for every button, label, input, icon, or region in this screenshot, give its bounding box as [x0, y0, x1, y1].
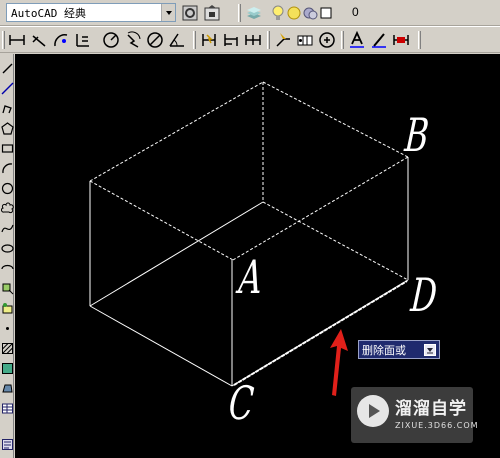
quick-leader-icon[interactable] — [273, 30, 293, 50]
baseline-dimension-icon[interactable] — [221, 30, 241, 50]
dimension-text-edit-icon[interactable] — [369, 30, 389, 50]
chevron-down-icon[interactable] — [161, 4, 175, 21]
point-icon[interactable] — [0, 320, 14, 336]
toolbar-separator — [418, 31, 421, 49]
polygon-icon[interactable] — [0, 120, 14, 136]
arc-icon[interactable] — [0, 160, 14, 176]
circle-icon[interactable] — [0, 180, 14, 196]
angular-dimension-icon[interactable] — [167, 30, 187, 50]
red-arrow — [330, 329, 348, 396]
toolbar-separator — [267, 31, 270, 49]
toolbar-grip[interactable] — [2, 31, 5, 49]
quick-dimension-icon[interactable] — [199, 30, 219, 50]
polyline-icon[interactable] — [0, 100, 14, 116]
jogged-dimension-icon[interactable] — [123, 30, 143, 50]
make-block-icon[interactable] — [0, 300, 14, 316]
gradient-icon[interactable] — [0, 360, 14, 376]
rectangle-icon[interactable] — [0, 140, 14, 156]
tooltip-options-icon[interactable] — [424, 344, 436, 356]
center-mark-icon[interactable] — [317, 30, 337, 50]
bottom-front-left-edge — [89, 305, 233, 387]
region-icon[interactable] — [0, 380, 14, 396]
watermark-logo-icon — [357, 395, 389, 427]
draw-toolbar — [0, 54, 14, 458]
spline-icon[interactable] — [0, 220, 14, 236]
vertex-label-d: D — [409, 268, 439, 322]
tolerance-icon[interactable] — [295, 30, 315, 50]
vertex-label-c: C — [227, 376, 256, 430]
layer-name[interactable]: 0 — [352, 5, 359, 19]
workspace-dropdown[interactable]: AutoCAD 经典 — [6, 3, 176, 22]
top-front-left-edge — [89, 180, 234, 261]
watermark-url: ZIXUE.3D66.COM — [395, 421, 479, 430]
diameter-dimension-icon[interactable] — [145, 30, 165, 50]
dimension-toolbar: ISO-25 — [0, 26, 500, 76]
tooltip-text: 删除面或 — [362, 343, 406, 357]
continue-dimension-icon[interactable] — [243, 30, 263, 50]
dimension-update-icon[interactable] — [391, 30, 411, 50]
top-back-left-edge — [89, 81, 264, 182]
bottom-back-right-edge — [262, 201, 409, 281]
toolbar-separator — [193, 31, 196, 49]
linear-dimension-icon[interactable] — [7, 30, 27, 50]
dimension-edit-icon[interactable] — [347, 30, 367, 50]
arc-length-icon[interactable] — [51, 30, 71, 50]
watermark-title: 溜溜自学 — [395, 399, 467, 419]
toolbar-separator — [341, 31, 344, 49]
drawing-canvas[interactable]: A B C D 删除面或 溜溜自学 ZIXUE.3D66.COM — [15, 54, 500, 458]
workspace-toolbar: AutoCAD 经典 0 — [0, 0, 500, 26]
ordinate-dimension-icon[interactable] — [73, 30, 93, 50]
layer-color-swatch-icon[interactable] — [316, 3, 336, 23]
line-icon[interactable] — [0, 60, 14, 76]
radius-dimension-icon[interactable] — [101, 30, 121, 50]
top-back-right-edge — [262, 81, 409, 158]
layer-manager-icon[interactable] — [244, 3, 264, 23]
revision-cloud-icon[interactable] — [0, 200, 14, 216]
hatch-icon[interactable] — [0, 340, 14, 356]
vertex-label-a: A — [237, 250, 265, 304]
toolbar-grip[interactable] — [238, 4, 241, 22]
watermark: 溜溜自学 ZIXUE.3D66.COM — [351, 387, 478, 443]
workspace-value: AutoCAD 经典 — [11, 6, 86, 20]
construction-line-icon[interactable] — [0, 80, 14, 96]
multiline-text-icon[interactable] — [0, 436, 14, 452]
table-icon[interactable] — [0, 400, 14, 416]
top-front-right-edge — [232, 156, 409, 261]
aligned-dimension-icon[interactable] — [29, 30, 49, 50]
workspace-settings-icon[interactable] — [180, 3, 200, 23]
workspace-save-icon[interactable] — [202, 3, 222, 23]
command-tooltip: 删除面或 — [358, 340, 440, 359]
ellipse-arc-icon[interactable] — [0, 260, 14, 276]
vertex-label-b: B — [403, 108, 431, 162]
ellipse-icon[interactable] — [0, 240, 14, 256]
insert-block-icon[interactable] — [0, 280, 14, 296]
